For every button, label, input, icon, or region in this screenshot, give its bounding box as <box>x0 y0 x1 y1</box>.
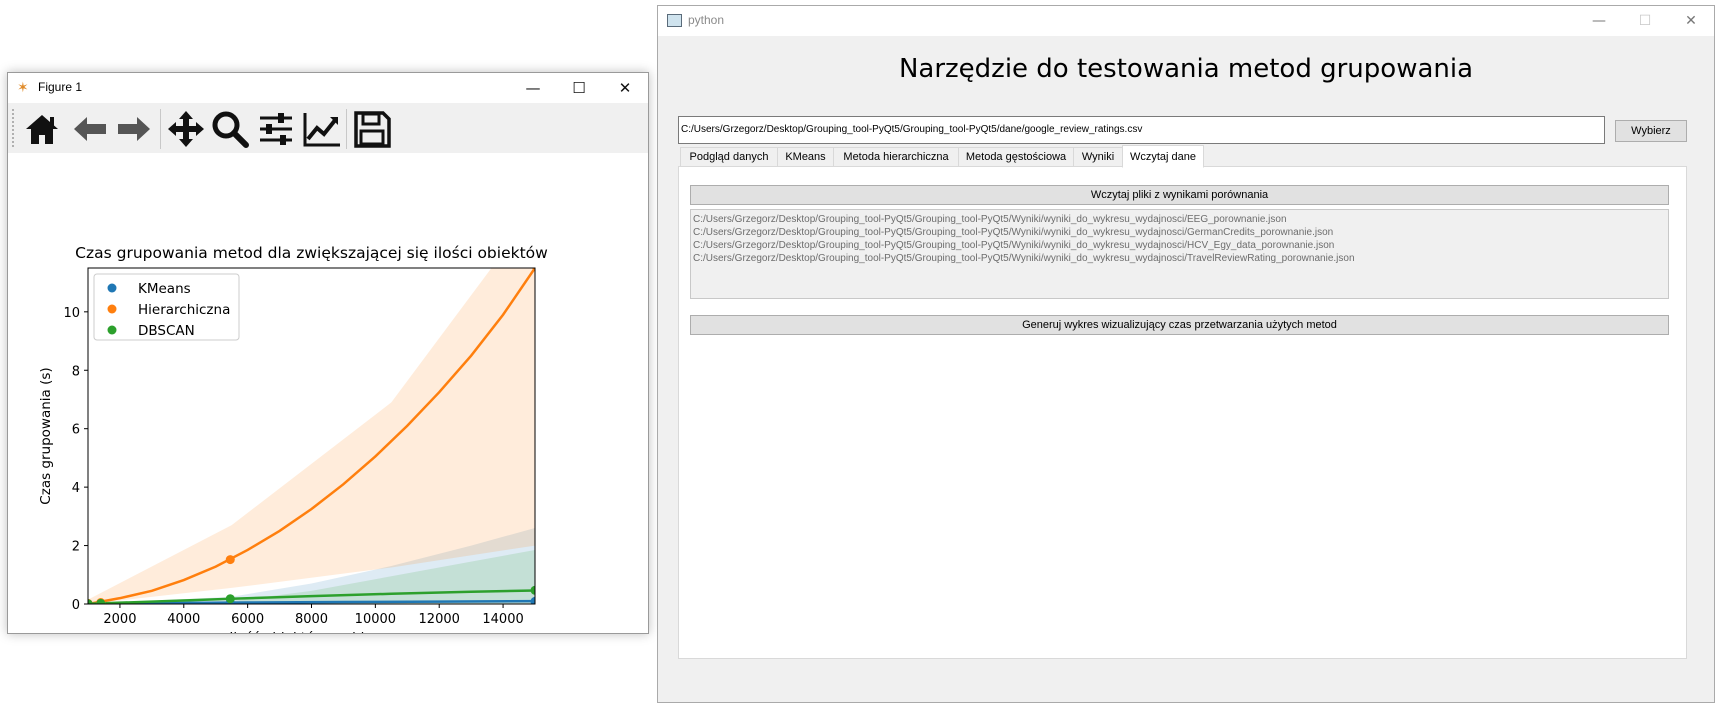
tab-wczytaj-dane[interactable]: Wczytaj dane <box>1122 145 1204 168</box>
confidence-band-hierarchiczna <box>88 268 535 604</box>
y-tick-label: 8 <box>72 364 80 379</box>
edit-axis-icon[interactable] <box>300 109 344 149</box>
navigation-toolbar <box>8 103 648 153</box>
loaded-files-list[interactable]: C:/Users/Grzegorz/Desktop/Grouping_tool-… <box>690 209 1669 299</box>
tab-metoda-hierarchiczna[interactable]: Metoda hierarchiczna <box>833 147 959 167</box>
y-tick-label: 2 <box>72 540 80 555</box>
configure-subplots-icon[interactable] <box>254 109 298 149</box>
chart: 2000 4000 6000 8000 10000 12000 14000 0 2 4 6 8 10 Cz… <box>38 244 548 633</box>
tab-metoda-gestosciowa[interactable]: Metoda gęstościowa <box>958 147 1074 167</box>
tab-podglad-danych[interactable]: Podgląd danych <box>680 147 778 167</box>
chart-title: Czas grupowania metod dla zwiększającej … <box>75 244 548 262</box>
y-tick-label: 6 <box>72 423 80 438</box>
x-tick-label: 4000 <box>167 612 200 627</box>
python-window: python — ☐ ✕ Narzędzie do testowania met… <box>657 5 1715 703</box>
tab-kmeans[interactable]: KMeans <box>777 147 834 167</box>
list-item[interactable]: C:/Users/Grzegorz/Desktop/Grouping_tool-… <box>693 252 1666 265</box>
generate-chart-button[interactable]: Generuj wykres wizualizujący czas przetw… <box>690 315 1669 335</box>
close-button[interactable]: ✕ <box>602 73 648 103</box>
x-tick-label: 8000 <box>295 612 328 627</box>
forward-arrow-icon[interactable] <box>112 109 156 149</box>
plot-data-group <box>88 268 535 604</box>
pan-move-icon[interactable] <box>164 109 208 149</box>
legend-label-dbscan: DBSCAN <box>138 323 195 339</box>
legend-marker-dbscan <box>107 325 117 335</box>
y-tick-label: 0 <box>72 598 80 613</box>
data-point-dbscan <box>225 594 235 604</box>
legend-marker-hierarchiczna <box>107 304 117 314</box>
y-tick-label: 10 <box>63 306 80 321</box>
list-item[interactable]: C:/Users/Grzegorz/Desktop/Grouping_tool-… <box>693 213 1666 226</box>
y-tick-label: 4 <box>72 481 80 496</box>
python-app-icon <box>667 14 682 27</box>
x-tick-label: 10000 <box>355 612 396 627</box>
toolbar-grip[interactable] <box>12 109 16 147</box>
save-floppy-icon[interactable] <box>350 109 394 149</box>
python-titlebar: python — ☐ ✕ <box>658 6 1714 36</box>
data-point-hierarchiczna <box>225 555 235 565</box>
tab-panel-wczytaj-dane: Wczytaj pliki z wynikami porównania C:/U… <box>678 166 1687 659</box>
list-item[interactable]: C:/Users/Grzegorz/Desktop/Grouping_tool-… <box>693 239 1666 252</box>
minimize-button[interactable]: — <box>510 73 556 103</box>
plot-canvas[interactable]: 2000 4000 6000 8000 10000 12000 14000 0 2 4 6 8 10 Cz… <box>8 153 648 633</box>
close-button[interactable]: ✕ <box>1668 6 1714 36</box>
maximize-button[interactable]: ☐ <box>1622 6 1668 36</box>
legend-marker-kmeans <box>107 283 117 293</box>
x-tick-label: 6000 <box>231 612 264 627</box>
back-arrow-icon[interactable] <box>68 109 112 149</box>
toolbar-separator <box>346 109 347 149</box>
load-comparison-files-button[interactable]: Wczytaj pliki z wynikami porównania <box>690 185 1669 205</box>
x-axis-label: Ilość obiektów w zbiorze <box>229 630 393 633</box>
x-tick-label: 12000 <box>419 612 460 627</box>
zoom-magnifier-icon[interactable] <box>208 109 252 149</box>
maximize-button[interactable]: ☐ <box>556 73 602 103</box>
choose-file-button[interactable]: Wybierz <box>1615 120 1687 142</box>
figure-title: Figure 1 <box>38 80 83 94</box>
matplotlib-app-icon: ✶ <box>17 80 29 96</box>
x-tick-label: 14000 <box>482 612 523 627</box>
legend-label-kmeans: KMeans <box>138 281 191 297</box>
figure-titlebar: ✶ Figure 1 — ☐ ✕ <box>8 73 648 103</box>
python-window-title: python <box>688 13 725 27</box>
file-path-input[interactable]: C:/Users/Grzegorz/Desktop/Grouping_tool-… <box>678 116 1605 144</box>
x-tick-label: 2000 <box>103 612 136 627</box>
list-item[interactable]: C:/Users/Grzegorz/Desktop/Grouping_tool-… <box>693 226 1666 239</box>
tab-wyniki[interactable]: Wyniki <box>1073 147 1123 167</box>
y-axis-label: Czas grupowania (s) <box>38 367 54 504</box>
figure-window: ✶ Figure 1 — ☐ ✕ 2000 4000 6000 8000 100… <box>7 72 649 634</box>
page-title: Narzędzie do testowania metod grupowania <box>898 54 1474 84</box>
toolbar-separator <box>160 109 161 149</box>
legend-label-hierarchiczna: Hierarchiczna <box>138 302 230 318</box>
data-point-dbscan <box>96 598 106 604</box>
minimize-button[interactable]: — <box>1576 6 1622 36</box>
home-icon[interactable] <box>20 109 64 149</box>
